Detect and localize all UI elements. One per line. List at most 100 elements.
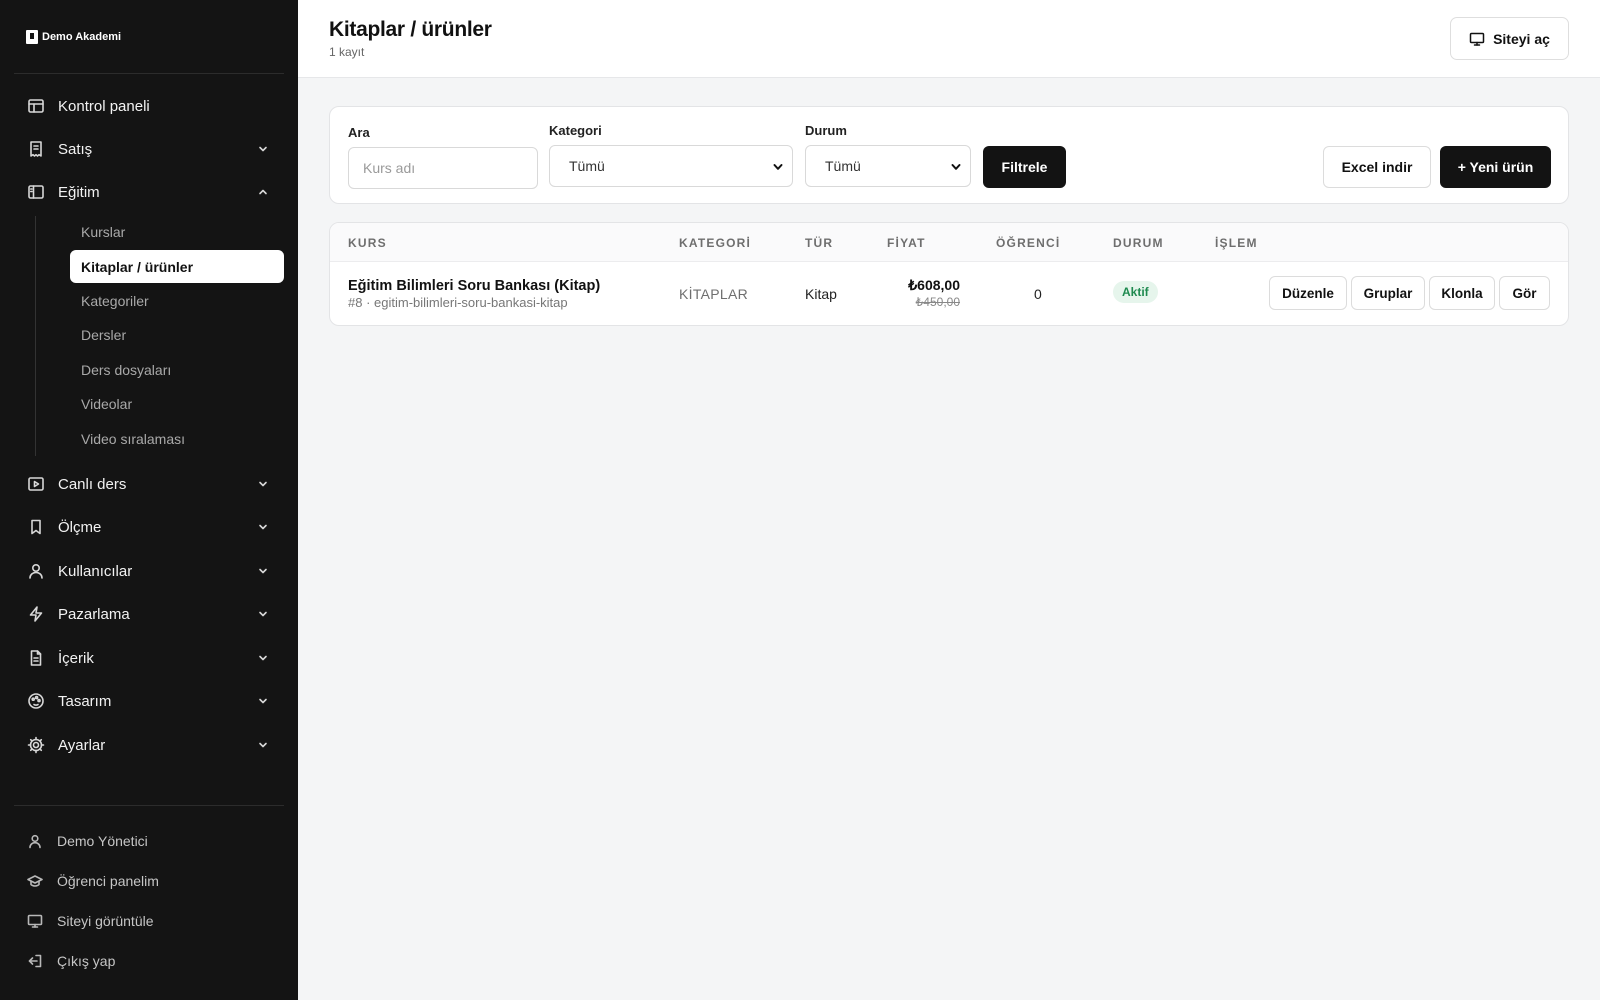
- submenu-guide-line: [35, 216, 36, 456]
- layout-icon: [28, 99, 44, 113]
- monitor-icon: [1469, 32, 1485, 46]
- column-header: DURUM: [1113, 236, 1164, 250]
- sidebar-panel-icon: [28, 185, 44, 199]
- divider: [14, 73, 284, 74]
- student-count: 0: [1034, 286, 1042, 302]
- edit-button[interactable]: Düzenle: [1269, 276, 1347, 310]
- open-site-label: Siteyi aç: [1493, 30, 1550, 47]
- chevron-down-icon: [259, 524, 267, 530]
- new-product-button[interactable]: + Yeni ürün: [1440, 146, 1551, 188]
- status-label: Durum: [805, 123, 847, 138]
- chevron-down-icon: [951, 164, 961, 170]
- sidebar-footer-label: Çıkış yap: [57, 953, 116, 969]
- status-select[interactable]: Tümü: [805, 145, 971, 187]
- divider: [14, 805, 284, 806]
- sidebar-item-label: Kontrol paneli: [58, 97, 150, 115]
- sidebar-item-icerik[interactable]: İçerik: [14, 638, 284, 678]
- price-cell: ₺608,00 ₺450,00: [870, 275, 960, 311]
- zap-icon: [29, 606, 43, 622]
- sidebar-item-label: İçerik: [58, 649, 94, 667]
- chevron-down-icon: [259, 698, 267, 704]
- chevron-down-icon: [259, 742, 267, 748]
- sidebar-item-olcme[interactable]: Ölçme: [14, 507, 284, 547]
- category-select[interactable]: Tümü: [549, 145, 793, 187]
- sidebar-item-kontrol-paneli[interactable]: Kontrol paneli: [14, 86, 284, 126]
- play-icon: [28, 477, 44, 491]
- sidebar-footer-view-site[interactable]: Siteyi görüntüle: [14, 904, 284, 938]
- sidebar-item-satis[interactable]: Satış: [14, 129, 284, 169]
- sidebar-item-label: Ayarlar: [58, 736, 106, 754]
- sidebar-subitem-kategoriler[interactable]: Kategoriler: [70, 284, 284, 317]
- palette-icon: [28, 693, 44, 709]
- chevron-down-icon: [259, 655, 267, 661]
- sidebar-subitem-kurslar[interactable]: Kurslar: [70, 215, 284, 248]
- category-selected-value: Tümü: [569, 158, 605, 174]
- sidebar-footer-student-panel[interactable]: Öğrenci panelim: [14, 864, 284, 898]
- brand-name: Demo Akademi: [42, 31, 122, 43]
- sidebar-item-ayarlar[interactable]: Ayarlar: [14, 725, 284, 765]
- search-label: Ara: [348, 125, 370, 140]
- sidebar-subitem-dersler[interactable]: Dersler: [70, 318, 284, 351]
- sidebar-subitem-ders-dosyalari[interactable]: Ders dosyaları: [70, 353, 284, 386]
- sidebar-footer-label: Siteyi görüntüle: [57, 913, 154, 929]
- bookmark-icon: [31, 519, 41, 535]
- column-header: KATEGORİ: [679, 236, 752, 250]
- view-button[interactable]: Gör: [1499, 276, 1550, 310]
- sidebar-item-canli-ders[interactable]: Canlı ders: [14, 464, 284, 504]
- current-price: ₺608,00: [908, 277, 960, 293]
- old-price: ₺450,00: [915, 295, 960, 309]
- search-input[interactable]: Kurs adı: [348, 147, 538, 189]
- logo-icon: [26, 30, 38, 44]
- open-site-button[interactable]: Siteyi aç: [1450, 17, 1569, 60]
- page-title: Kitaplar / ürünler: [329, 18, 492, 41]
- sidebar-footer-logout[interactable]: Çıkış yap: [14, 944, 284, 978]
- column-header: FİYAT: [887, 236, 926, 250]
- column-header: İŞLEM: [1215, 236, 1258, 250]
- sidebar-subitem-video-siralamasi[interactable]: Video sıralaması: [70, 422, 284, 455]
- sidebar-footer-label: Demo Yönetici: [57, 833, 148, 849]
- brand[interactable]: Demo Akademi: [26, 30, 121, 44]
- column-header: TÜR: [805, 236, 834, 250]
- filter-card: Ara Kurs adı Kategori Tümü Durum Tümü Fi…: [329, 106, 1569, 204]
- column-header: KURS: [348, 236, 387, 250]
- chevron-down-icon: [259, 146, 267, 152]
- chevron-down-icon: [259, 611, 267, 617]
- excel-download-button[interactable]: Excel indir: [1323, 146, 1431, 188]
- logout-icon: [28, 954, 42, 968]
- sidebar: Demo Akademi Kontrol paneli Satış Eğitim…: [0, 0, 298, 1000]
- category-label: Kategori: [549, 123, 602, 138]
- chevron-down-icon: [259, 481, 267, 487]
- filter-button[interactable]: Filtrele: [983, 146, 1066, 188]
- groups-button[interactable]: Gruplar: [1351, 276, 1425, 310]
- column-header: ÖĞRENCİ: [996, 236, 1061, 250]
- status-selected-value: Tümü: [825, 158, 861, 174]
- chevron-up-icon: [259, 189, 267, 195]
- table-header: KURS KATEGORİ TÜR FİYAT ÖĞRENCİ DURUM İŞ…: [330, 223, 1568, 262]
- sidebar-item-kullanicilar[interactable]: Kullanıcılar: [14, 551, 284, 591]
- graduation-cap-icon: [27, 875, 43, 887]
- page-header: Kitaplar / ürünler 1 kayıt Siteyi aç: [298, 0, 1600, 78]
- chevron-down-icon: [259, 568, 267, 574]
- course-slug: #8 · egitim-bilimleri-soru-bankasi-kitap: [348, 295, 568, 310]
- sidebar-footer-label: Öğrenci panelim: [57, 873, 159, 889]
- sidebar-item-egitim[interactable]: Eğitim: [14, 172, 284, 212]
- receipt-icon: [30, 141, 42, 157]
- monitor-icon: [27, 914, 43, 928]
- sidebar-item-pazarlama[interactable]: Pazarlama: [14, 594, 284, 634]
- sidebar-item-tasarim[interactable]: Tasarım: [14, 681, 284, 721]
- sidebar-item-label: Kullanıcılar: [58, 562, 133, 580]
- sidebar-item-label: Eğitim: [58, 183, 100, 201]
- record-count: 1 kayıt: [329, 45, 365, 59]
- sidebar-footer-profile[interactable]: Demo Yönetici: [14, 824, 284, 858]
- gear-icon: [27, 736, 45, 754]
- course-name[interactable]: Eğitim Bilimleri Soru Bankası (Kitap): [348, 278, 600, 294]
- sidebar-item-label: Ölçme: [58, 518, 102, 536]
- sidebar-item-label: Tasarım: [58, 692, 112, 710]
- chevron-down-icon: [773, 164, 783, 170]
- clone-button[interactable]: Klonla: [1429, 276, 1495, 310]
- sidebar-subitem-videolar[interactable]: Videolar: [70, 387, 284, 420]
- user-icon: [29, 834, 41, 849]
- type-cell: Kitap: [805, 286, 837, 302]
- status-badge: Aktif: [1113, 281, 1158, 303]
- sidebar-subitem-kitaplar-urunler[interactable]: Kitaplar / ürünler: [70, 250, 284, 283]
